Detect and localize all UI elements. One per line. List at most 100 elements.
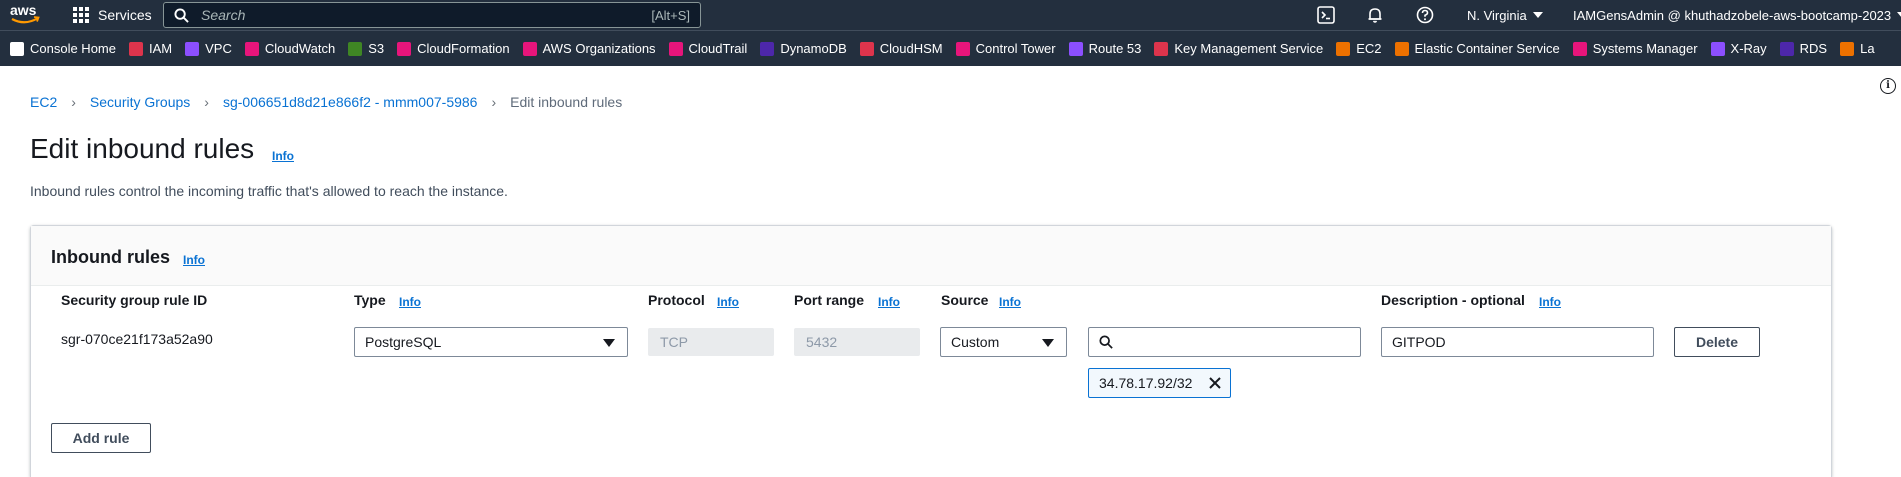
svg-text:aws: aws [10, 2, 37, 18]
breadcrumb-security-group[interactable]: sg-006651d8d21e866f2 - mmm007-5986 [223, 94, 478, 110]
ec2-icon [1336, 41, 1351, 56]
favorite-lambda[interactable]: La [1840, 41, 1875, 56]
region-selector[interactable]: N. Virginia [1467, 0, 1543, 30]
column-port-range: Port range [794, 292, 865, 308]
favorite-cloudwatch[interactable]: CloudWatch [244, 41, 336, 56]
favorite-label: S3 [368, 41, 385, 56]
lambda-icon [1840, 41, 1855, 56]
description-input[interactable]: GITPOD [1381, 327, 1654, 357]
aws-logo[interactable]: aws [9, 2, 41, 26]
favorite-kms[interactable]: Key Management Service [1154, 41, 1323, 56]
grid-icon [73, 7, 89, 23]
favorite-cloudformation[interactable]: CloudFormation [397, 41, 510, 56]
favorite-s3[interactable]: S3 [348, 41, 384, 56]
services-label: Services [98, 7, 152, 23]
panel-title: Inbound rules [51, 247, 170, 267]
favorite-label: Console Home [30, 41, 116, 56]
caret-down-icon [1042, 339, 1054, 347]
favorite-label: Control Tower [975, 41, 1056, 56]
favorite-label: EC2 [1356, 41, 1382, 56]
cloudshell-icon[interactable] [1317, 6, 1335, 24]
caret-down-icon [603, 339, 615, 347]
breadcrumb-ec2[interactable]: EC2 [30, 94, 57, 110]
xray-icon [1710, 41, 1725, 56]
breadcrumb-security-groups[interactable]: Security Groups [90, 94, 190, 110]
favorite-ecs[interactable]: Elastic Container Service [1394, 41, 1560, 56]
port-range-value: 5432 [806, 334, 838, 350]
ecs-icon [1394, 41, 1409, 56]
kms-icon [1154, 41, 1169, 56]
favorite-iam[interactable]: IAM [129, 41, 172, 56]
source-type-value: Custom [951, 334, 1000, 350]
favorite-cloudhsm[interactable]: CloudHSM [859, 41, 943, 56]
type-info-link[interactable]: Info [399, 295, 421, 309]
rule-id-value: sgr-070ce21f173a52a90 [61, 331, 213, 347]
favorite-vpc[interactable]: VPC [185, 41, 232, 56]
page-info-link[interactable]: Info [272, 149, 294, 163]
source-type-select[interactable]: Custom [940, 327, 1067, 357]
search-icon [1099, 335, 1113, 349]
favorite-systems-manager[interactable]: Systems Manager [1572, 41, 1698, 56]
favorite-label: CloudHSM [879, 41, 943, 56]
cloudformation-icon [397, 41, 412, 56]
services-menu-button[interactable]: Services [73, 0, 152, 30]
search-input[interactable] [189, 7, 652, 23]
info-panel-icon[interactable]: i [1880, 78, 1896, 94]
favorites-bar: Console Home IAM VPC CloudWatch S3 CloudForma… [0, 30, 1901, 66]
favorite-label: RDS [1799, 41, 1828, 56]
favorite-label: Systems Manager [1592, 41, 1698, 56]
panel-header: Inbound rules Info [31, 226, 1831, 286]
vpc-icon [185, 41, 200, 56]
source-info-link[interactable]: Info [999, 295, 1021, 309]
favorite-rds[interactable]: RDS [1779, 41, 1828, 56]
search-shortcut: [Alt+S] [651, 7, 690, 23]
port-range-field: 5432 [794, 328, 920, 356]
systems-manager-icon [1572, 41, 1587, 56]
favorite-controltower[interactable]: Control Tower [955, 41, 1056, 56]
favorite-label: IAM [149, 41, 173, 56]
description-info-link[interactable]: Info [1539, 295, 1561, 309]
dynamodb-icon [760, 41, 775, 56]
route53-icon [1068, 41, 1083, 56]
type-select[interactable]: PostgreSQL [354, 327, 628, 357]
favorite-organizations[interactable]: AWS Organizations [522, 41, 656, 56]
favorite-ec2[interactable]: EC2 [1336, 41, 1382, 56]
source-cidr-token: 34.78.17.92/32 [1088, 368, 1231, 398]
cloudtrail-icon [668, 41, 683, 56]
favorite-label: DynamoDB [780, 41, 847, 56]
favorite-route53[interactable]: Route 53 [1068, 41, 1142, 56]
port-range-info-link[interactable]: Info [878, 295, 900, 309]
column-rule-id: Security group rule ID [61, 292, 208, 308]
favorite-label: CloudWatch [264, 41, 336, 56]
favorite-cloudtrail[interactable]: CloudTrail [668, 41, 747, 56]
favorite-label: Elastic Container Service [1414, 41, 1560, 56]
s3-icon [348, 41, 363, 56]
protocol-field: TCP [648, 328, 774, 356]
source-search-input[interactable] [1088, 327, 1361, 357]
favorite-dynamodb[interactable]: DynamoDB [760, 41, 847, 56]
favorite-label: La [1860, 41, 1875, 56]
cloudwatch-icon [244, 41, 259, 56]
protocol-info-link[interactable]: Info [717, 295, 739, 309]
bell-icon[interactable] [1366, 6, 1384, 24]
favorite-label: Route 53 [1088, 41, 1142, 56]
column-type: Type [354, 292, 386, 308]
help-icon[interactable] [1416, 6, 1434, 24]
favorite-xray[interactable]: X-Ray [1710, 41, 1767, 56]
home-icon [10, 41, 24, 56]
account-menu[interactable]: IAMGensAdmin @ khuthadzobele-aws-bootcam… [1573, 0, 1901, 30]
close-icon[interactable] [1207, 375, 1223, 391]
search-bar[interactable]: [Alt+S] [163, 2, 701, 28]
delete-rule-button[interactable]: Delete [1674, 327, 1760, 357]
caret-down-icon [1532, 12, 1543, 18]
iam-icon [129, 41, 143, 56]
top-navigation: aws Services [Alt+S] N. Virginia IAMGens… [0, 0, 1901, 30]
search-icon [174, 7, 189, 23]
favorite-label: VPC [205, 41, 232, 56]
account-label: IAMGensAdmin @ khuthadzobele-aws-bootcam… [1573, 7, 1892, 23]
favorite-home[interactable]: Console Home [10, 41, 116, 56]
rds-icon [1779, 41, 1794, 56]
favorite-label: AWS Organizations [542, 41, 656, 56]
panel-info-link[interactable]: Info [183, 253, 205, 267]
add-rule-button[interactable]: Add rule [51, 423, 151, 453]
